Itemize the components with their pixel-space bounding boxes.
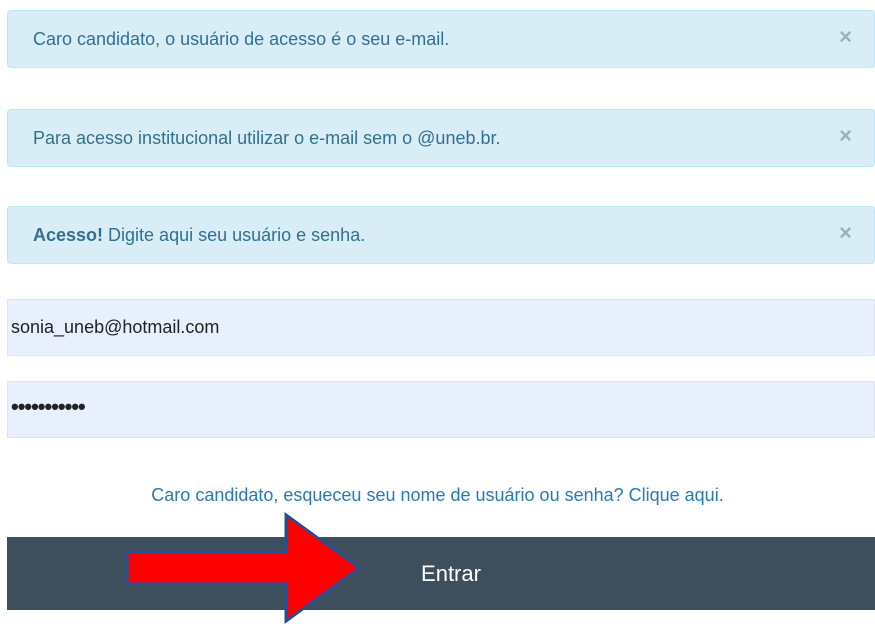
alert-institutional-access: Para acesso institucional utilizar o e-m… [7, 109, 875, 167]
alert-text: Caro candidato, o usuário de acesso é o … [33, 29, 450, 49]
red-right-arrow-icon [125, 512, 362, 624]
alert-strong-text: Acesso! [33, 225, 104, 245]
forgot-credentials-link[interactable]: Caro candidato, esqueceu seu nome de usu… [0, 481, 875, 509]
alert-text: Digite aqui seu usuário e senha. [103, 225, 366, 245]
close-icon[interactable]: × [839, 110, 852, 162]
alert-access-instructions: Acesso! Digite aqui seu usuário e senha.… [7, 206, 875, 264]
close-icon[interactable]: × [839, 207, 852, 259]
password-input[interactable]: ••••••••••• [7, 381, 875, 438]
close-icon[interactable]: × [839, 11, 852, 63]
username-input[interactable]: sonia_uneb@hotmail.com [7, 299, 875, 356]
alert-email-username: Caro candidato, o usuário de acesso é o … [7, 10, 875, 68]
alert-text: Para acesso institucional utilizar o e-m… [33, 128, 501, 148]
